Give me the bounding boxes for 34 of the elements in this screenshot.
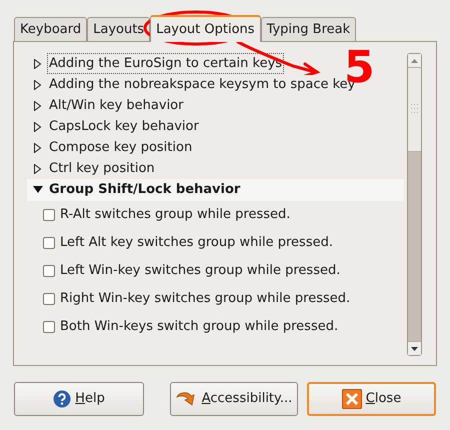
option-group-label[interactable]: Compose key position: [47, 136, 194, 158]
option-label[interactable]: Left Alt key switches group while pressed.: [60, 233, 333, 253]
checkbox[interactable]: [43, 209, 55, 221]
option-label[interactable]: Right Win-key switches group while pressed.: [60, 289, 350, 309]
option-label[interactable]: Both Win-keys switch group while pressed.: [60, 317, 338, 337]
collapsed-triangle-icon[interactable]: [33, 58, 43, 68]
collapsed-triangle-icon[interactable]: [33, 100, 43, 110]
collapsed-triangle-icon[interactable]: [33, 164, 43, 174]
dialog-button[interactable]: Accessibility...: [170, 382, 298, 416]
scroll-down-icon[interactable]: [411, 346, 418, 350]
option-label[interactable]: R-Alt switches group while pressed.: [60, 205, 290, 225]
checkbox[interactable]: [43, 321, 55, 333]
dialog-button[interactable]: Close: [307, 382, 436, 416]
collapsed-triangle-icon[interactable]: [33, 80, 43, 90]
close-icon: [342, 389, 362, 409]
tab[interactable]: Keyboard: [14, 17, 88, 41]
option-group-label[interactable]: CapsLock key behavior: [47, 116, 201, 138]
option-group-label[interactable]: Alt/Win key behavior: [47, 94, 186, 116]
checkbox[interactable]: [43, 293, 55, 305]
collapsed-triangle-icon[interactable]: [33, 142, 43, 152]
tab[interactable]: Layouts: [87, 17, 150, 41]
tab[interactable]: Typing Break: [260, 17, 356, 41]
collapsed-triangle-icon[interactable]: [33, 122, 43, 132]
option-label[interactable]: Left Win-key switches group while pressed.: [60, 261, 340, 281]
scrollbar-thumb[interactable]: [408, 68, 421, 152]
checkbox[interactable]: [43, 265, 55, 277]
checkbox[interactable]: [43, 237, 55, 249]
scrollbar[interactable]: [407, 53, 422, 356]
help-icon: [53, 390, 72, 408]
scroll-up-icon[interactable]: [411, 58, 418, 62]
option-group-label[interactable]: Ctrl key position: [47, 158, 157, 180]
expanded-triangle-icon[interactable]: [33, 185, 43, 195]
dialog-button[interactable]: Help: [14, 382, 144, 416]
tab[interactable]: Layout Options: [150, 15, 261, 42]
